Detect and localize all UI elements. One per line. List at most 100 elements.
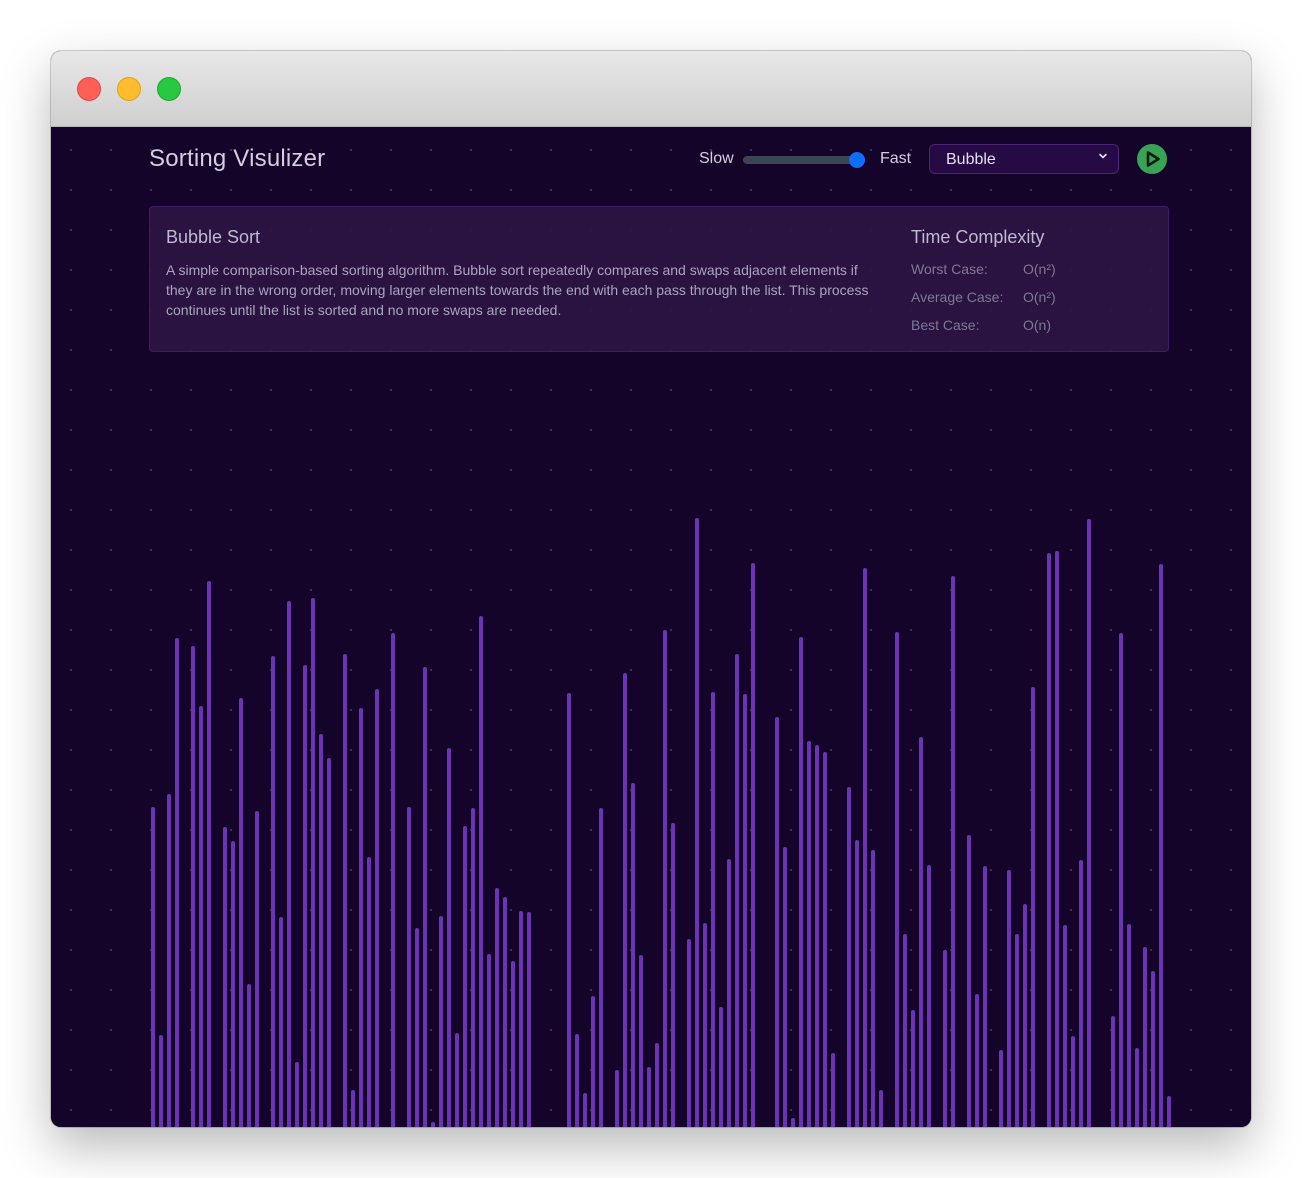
array-bar — [727, 859, 731, 1127]
array-bar — [431, 1122, 435, 1127]
array-bar — [863, 568, 867, 1127]
complexity-label: Worst Case: — [911, 261, 988, 277]
array-bar — [455, 1033, 459, 1127]
array-bar — [1167, 1096, 1171, 1127]
speed-slider[interactable] — [743, 156, 865, 164]
array-bar — [1159, 564, 1163, 1127]
array-bar — [367, 857, 371, 1127]
array-bar — [639, 955, 643, 1127]
array-bar — [1119, 633, 1123, 1127]
array-bar — [1047, 553, 1051, 1127]
array-bar — [975, 994, 979, 1127]
time-complexity-title: Time Complexity — [911, 227, 1045, 247]
array-bar — [343, 654, 347, 1127]
array-bar — [295, 1062, 299, 1127]
array-bar — [1111, 1016, 1115, 1127]
array-bar — [159, 1035, 163, 1127]
array-bar — [471, 808, 475, 1127]
speed-slider-thumb[interactable] — [849, 152, 865, 168]
zoom-window-button[interactable] — [157, 77, 181, 101]
array-bar — [191, 646, 195, 1127]
array-bar — [231, 841, 235, 1127]
array-bar — [287, 601, 291, 1127]
array-bar — [735, 654, 739, 1127]
app-content: Sorting Visulizer Slow Fast Bubble Bubbl… — [51, 127, 1251, 1127]
array-bar — [943, 950, 947, 1127]
array-bar — [711, 692, 715, 1127]
array-bar — [751, 563, 755, 1127]
play-icon — [1146, 151, 1160, 167]
array-bar — [895, 632, 899, 1127]
speed-slow-label: Slow — [699, 150, 734, 167]
array-bar — [407, 807, 411, 1127]
array-bar — [255, 811, 259, 1127]
array-bar — [799, 637, 803, 1127]
array-bar — [591, 996, 595, 1127]
array-bar — [663, 630, 667, 1127]
complexity-value: O(n²) — [1023, 261, 1056, 277]
array-bar — [623, 673, 627, 1127]
array-bar — [903, 934, 907, 1127]
array-bar — [655, 1043, 659, 1127]
complexity-value: O(n²) — [1023, 289, 1056, 305]
array-bar — [271, 656, 275, 1127]
array-bar — [391, 633, 395, 1127]
array-bar — [999, 1050, 1003, 1127]
array-bar — [631, 783, 635, 1127]
array-bar — [279, 917, 283, 1127]
array-bar — [175, 638, 179, 1127]
array-bar — [855, 840, 859, 1127]
chevron-down-icon — [1099, 153, 1107, 159]
array-bar — [599, 808, 603, 1127]
algorithm-description: A simple comparison-based sorting algori… — [166, 262, 869, 318]
array-bar — [927, 865, 931, 1127]
array-bar — [207, 581, 211, 1127]
array-bar — [1063, 925, 1067, 1127]
array-bar — [719, 1007, 723, 1127]
array-bar — [423, 667, 427, 1127]
array-bar — [879, 1090, 883, 1127]
array-bar — [1151, 971, 1155, 1127]
array-bar — [239, 698, 243, 1127]
array-bar — [247, 984, 251, 1127]
array-bar — [703, 923, 707, 1127]
array-bar — [151, 807, 155, 1127]
array-bar — [223, 827, 227, 1127]
array-bar — [871, 850, 875, 1127]
minimize-window-button[interactable] — [117, 77, 141, 101]
array-bar — [167, 794, 171, 1127]
array-bar — [319, 734, 323, 1127]
array-bar — [583, 1093, 587, 1127]
array-bar — [847, 787, 851, 1127]
array-bar — [1135, 1048, 1139, 1127]
array-bar — [1071, 1036, 1075, 1127]
algorithm-name: Bubble Sort — [166, 227, 261, 247]
close-window-button[interactable] — [77, 77, 101, 101]
complexity-value: O(n) — [1023, 317, 1051, 333]
array-bar — [1087, 519, 1091, 1127]
array-bar — [1015, 934, 1019, 1127]
array-bar — [831, 1053, 835, 1127]
array-bar — [743, 694, 747, 1127]
array-bar — [1023, 904, 1027, 1127]
array-bar — [911, 1010, 915, 1127]
array-bar — [519, 911, 523, 1127]
array-bar — [375, 689, 379, 1127]
algorithm-select[interactable]: Bubble — [929, 144, 1119, 174]
array-bar — [575, 1034, 579, 1127]
array-bar — [439, 916, 443, 1127]
array-bar — [351, 1090, 355, 1127]
play-button[interactable] — [1137, 144, 1167, 174]
array-bar — [815, 745, 819, 1127]
array-bar — [527, 912, 531, 1127]
window-titlebar — [51, 51, 1251, 127]
array-bar — [503, 897, 507, 1127]
array-bar — [311, 598, 315, 1127]
array-bar — [1079, 860, 1083, 1127]
array-bar — [479, 616, 483, 1127]
array-bar — [463, 826, 467, 1127]
array-bar — [951, 576, 955, 1127]
array-bar — [919, 737, 923, 1127]
algorithm-info-panel: Bubble Sort A simple comparison-based so… — [149, 206, 1169, 352]
array-bar — [983, 866, 987, 1127]
